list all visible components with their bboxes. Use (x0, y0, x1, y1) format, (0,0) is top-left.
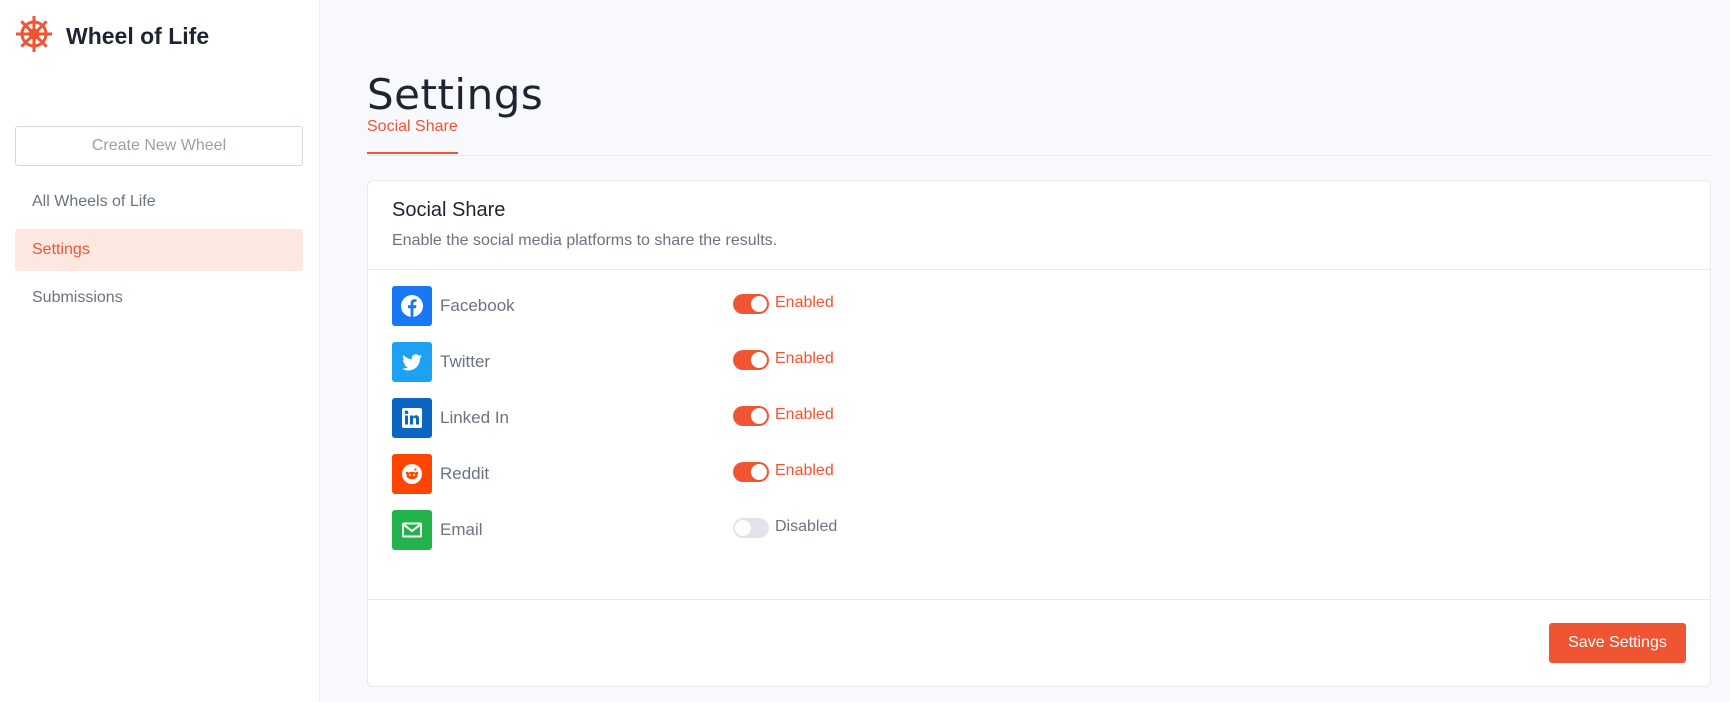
reddit-toggle[interactable] (733, 462, 769, 482)
email-icon (392, 510, 432, 550)
platform-row-linkedin: Linked In Enabled (392, 398, 992, 454)
divider (368, 599, 1710, 600)
divider (368, 269, 1710, 270)
platform-name: Email (440, 520, 483, 539)
tab-social-share[interactable]: Social Share (367, 118, 458, 154)
status-label: Disabled (775, 518, 838, 535)
platform-row-reddit: Reddit Enabled (392, 454, 992, 510)
card-description: Enable the social media platforms to sha… (392, 232, 778, 249)
facebook-icon (392, 286, 432, 326)
sidebar-item-settings[interactable]: Settings (15, 229, 303, 271)
save-settings-button[interactable]: Save Settings (1549, 623, 1686, 663)
platform-name: Twitter (440, 352, 491, 371)
linkedin-toggle[interactable] (733, 406, 769, 426)
sidebar-item-submissions[interactable]: Submissions (15, 277, 303, 319)
email-toggle[interactable] (733, 518, 769, 538)
platform-name: Linked In (440, 408, 509, 427)
reddit-icon (392, 454, 432, 494)
ship-wheel-icon (14, 14, 54, 59)
twitter-toggle[interactable] (733, 350, 769, 370)
platform-list: Facebook Enabled Twitter Enabled Linked … (392, 286, 992, 566)
social-share-card: Social Share Enable the social media pla… (367, 180, 1711, 687)
status-label: Enabled (775, 406, 834, 423)
tab-bar: Social Share (367, 110, 1711, 156)
platform-row-email: Email Disabled (392, 510, 992, 566)
platform-row-facebook: Facebook Enabled (392, 286, 992, 342)
sidebar-nav: All Wheels of Life Settings Submissions (15, 181, 303, 325)
linkedin-icon (392, 398, 432, 438)
sidebar: Wheel of Life Create New Wheel All Wheel… (0, 0, 320, 702)
status-label: Enabled (775, 294, 834, 311)
status-label: Enabled (775, 462, 834, 479)
card-title: Social Share (392, 199, 506, 221)
twitter-icon (392, 342, 432, 382)
platform-name: Facebook (440, 296, 515, 315)
sidebar-item-all-wheels[interactable]: All Wheels of Life (15, 181, 303, 223)
status-label: Enabled (775, 350, 834, 367)
facebook-toggle[interactable] (733, 294, 769, 314)
platform-row-twitter: Twitter Enabled (392, 342, 992, 398)
app-name: Wheel of Life (66, 23, 210, 49)
platform-name: Reddit (440, 464, 490, 483)
brand[interactable]: Wheel of Life (14, 14, 209, 59)
create-new-wheel-button[interactable]: Create New Wheel (15, 126, 303, 166)
